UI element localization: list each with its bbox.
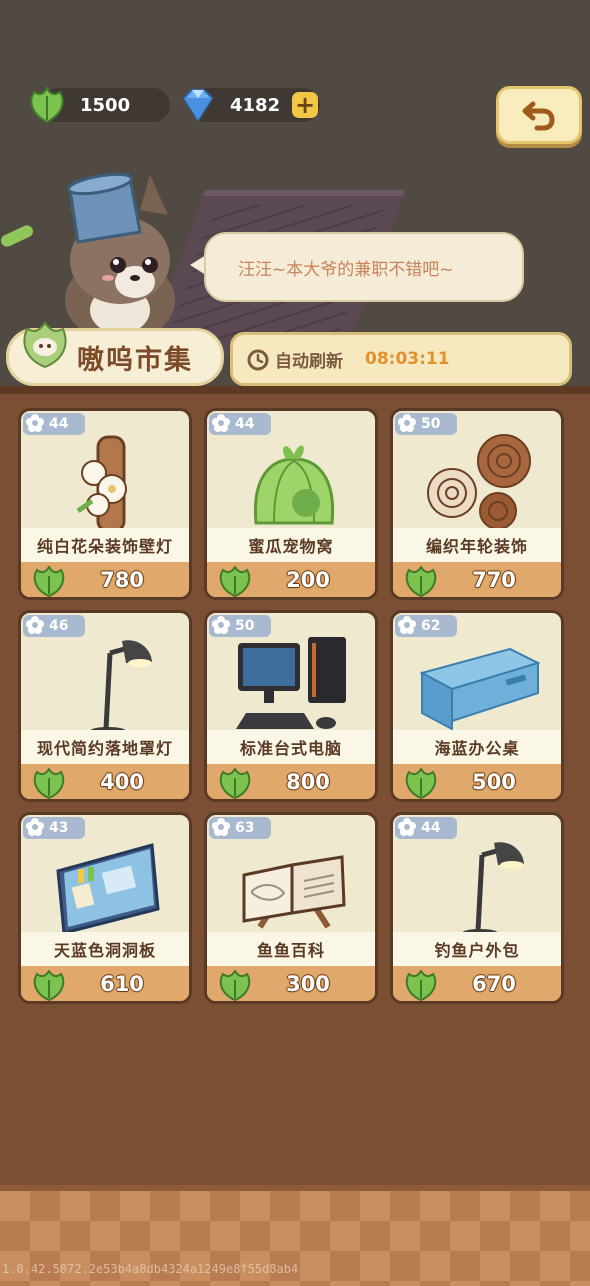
item-price: 500 [472,770,516,794]
item-card[interactable]: 46 现代简约落地罩灯 400 [18,610,192,802]
item-price: 300 [286,972,330,996]
item-card[interactable]: 44 钓鱼户外包 670 [390,812,564,1004]
clock-icon [247,349,269,371]
item-card[interactable]: 50 编织年轮装饰 770 [390,408,564,600]
blue-office-desk-image [420,647,540,731]
item-price: 800 [286,770,330,794]
item-price: 770 [472,568,516,592]
speech-text: 汪汪~本大爷的兼职不错吧~ [238,259,454,280]
market-title-badge: 嗷呜市集 [6,321,224,386]
melon-pet-bed-image [253,445,335,525]
flower-icon [398,818,416,836]
flower-icon [212,818,230,836]
item-price: 670 [472,972,516,996]
market-logo-icon [23,321,67,369]
gem-amount: 4182 [230,94,281,116]
price-band: 500 [393,764,561,799]
flower-icon [212,616,230,634]
price-band: 670 [393,966,561,1001]
fishing-backpack-image [462,842,524,935]
build-id-text: 1.0.42.5872.2e53b4a8db4324a1249e8f55d8ab… [2,1262,299,1276]
price-band: 200 [207,562,375,597]
plus-icon: + [294,91,316,119]
item-name: 海蓝办公桌 [393,730,561,764]
item-card[interactable]: 62 海蓝办公桌 500 [390,610,564,802]
flower-icon [398,414,416,432]
item-name: 编织年轮装饰 [393,528,561,562]
gem-icon [182,89,214,122]
item-name: 纯白花朵装饰壁灯 [21,528,189,562]
item-card[interactable]: 63 鱼鱼百科 300 [204,812,378,1004]
fish-encyclopedia-image [242,855,346,929]
item-name: 鱼鱼百科 [207,932,375,966]
item-price: 780 [100,568,144,592]
price-band: 610 [21,966,189,1001]
item-name: 天蓝色洞洞板 [21,932,189,966]
flower-icon [26,414,44,432]
flower-icon [26,818,44,836]
flower-icon [212,414,230,432]
price-band: 770 [393,562,561,597]
leaf-amount: 1500 [80,94,131,116]
gem-currency: 4182 + [182,88,320,122]
pegboard-image [56,843,160,935]
refresh-label: 自动刷新 [275,351,343,372]
auto-refresh-bar: 自动刷新 08:03:11 [230,332,572,386]
desktop-computer-image [236,637,346,729]
item-card[interactable]: 50 标准台式电脑 800 [204,610,378,802]
leaf-icon [30,85,64,124]
item-name: 现代简约落地罩灯 [21,730,189,764]
price-band: 300 [207,966,375,1001]
speech-bubble: 汪汪~本大爷的兼职不错吧~ [204,232,524,302]
item-name: 钓鱼户外包 [393,932,561,966]
add-gems-button[interactable]: + [292,92,318,118]
price-band: 800 [207,764,375,799]
undo-icon [522,101,555,131]
leaf-currency: 1500 [30,85,170,124]
flower-icon [26,616,44,634]
item-card[interactable]: 43 天蓝色洞洞板 610 [18,812,192,1004]
back-button[interactable] [496,86,582,144]
flower-wall-lamp-image [76,435,127,531]
item-name: 标准台式电脑 [207,730,375,764]
item-price: 200 [286,568,330,592]
item-price: 610 [100,972,144,996]
item-card[interactable]: 44 纯白花朵装饰壁灯 780 [18,408,192,600]
item-price: 400 [100,770,144,794]
woven-ring-decor-image [427,434,531,530]
item-card[interactable]: 44 蜜瓜宠物窝 200 [204,408,378,600]
refresh-timer: 08:03:11 [365,349,450,369]
market-title: 嗷呜市集 [77,344,193,376]
cat-shopkeeper-character [1,172,175,340]
price-band: 780 [21,562,189,597]
price-band: 400 [21,764,189,799]
item-name: 蜜瓜宠物窝 [207,528,375,562]
flower-icon [398,616,416,634]
floor-lamp-image [90,640,152,733]
